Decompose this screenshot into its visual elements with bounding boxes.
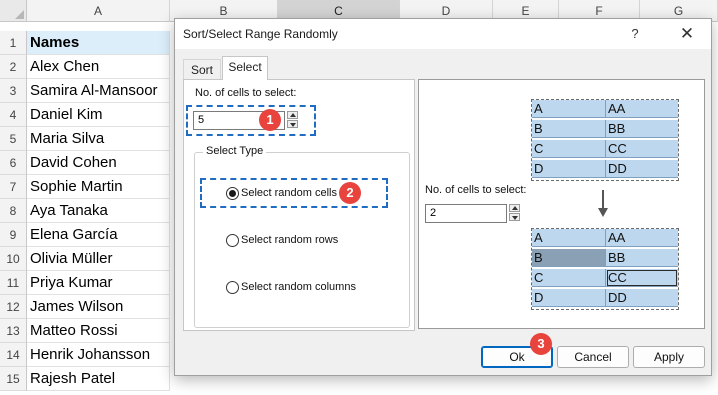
preview-cell-selected: B	[532, 249, 606, 267]
cell[interactable]: David Cohen	[27, 151, 170, 175]
preview-cell: DD	[606, 289, 678, 307]
cells-to-select-label: No. of cells to select:	[195, 87, 297, 99]
arrow-down-icon	[598, 190, 608, 217]
cell[interactable]: Sophie Martin	[27, 175, 170, 199]
preview-cell-selected: CC	[606, 269, 678, 287]
help-icon[interactable]: ?	[623, 24, 647, 44]
preview-cell: CC	[606, 140, 678, 158]
cell[interactable]: Priya Kumar	[27, 271, 170, 295]
radio-random-columns[interactable]	[226, 281, 239, 294]
preview-before-table: A AA B BB C CC D DD	[531, 99, 679, 181]
cell[interactable]: Henrik Johansson	[27, 343, 170, 367]
preview-after-table: A AA B BB C CC D DD	[531, 228, 679, 310]
close-icon[interactable]: ✕	[673, 24, 701, 44]
preview-cells-label: No. of cells to select:	[425, 184, 527, 196]
spin-up-icon[interactable]	[287, 111, 298, 119]
cell[interactable]: Aya Tanaka	[27, 199, 170, 223]
cell[interactable]: Olivia Müller	[27, 247, 170, 271]
dialog-title: Sort/Select Range Randomly	[183, 27, 338, 41]
cell[interactable]: Daniel Kim	[27, 103, 170, 127]
apply-button[interactable]: Apply	[633, 346, 705, 368]
row-header[interactable]: 6	[0, 151, 27, 175]
preview-cells-input: 2	[425, 204, 507, 223]
callout-badge-3: 3	[530, 333, 552, 355]
option-random-rows-label[interactable]: Select random rows	[241, 234, 338, 246]
preview-cell: AA	[606, 100, 678, 118]
row-header[interactable]: 10	[0, 247, 27, 271]
radio-random-rows[interactable]	[226, 234, 239, 247]
cell[interactable]: Matteo Rossi	[27, 319, 170, 343]
preview-cell: AA	[606, 229, 678, 247]
row-header[interactable]: 13	[0, 319, 27, 343]
cell[interactable]: Elena García	[27, 223, 170, 247]
preview-cells-value: 2	[430, 207, 437, 219]
preview-cell: BB	[606, 249, 678, 267]
column-header-a[interactable]: A	[27, 0, 170, 22]
row-header[interactable]: 9	[0, 223, 27, 247]
cell[interactable]: Maria Silva	[27, 127, 170, 151]
preview-cell: D	[532, 160, 606, 178]
sort-select-dialog: Sort/Select Range Randomly ? ✕ Sort Sele…	[174, 18, 712, 376]
row-header[interactable]: 15	[0, 367, 27, 391]
callout-badge-2: 2	[339, 182, 361, 204]
preview-cell: D	[532, 289, 606, 307]
row-header[interactable]: 14	[0, 343, 27, 367]
preview-panel: A AA B BB C CC D DD No. of cells to sele…	[418, 79, 705, 329]
row-header[interactable]: 11	[0, 271, 27, 295]
cell-names-header[interactable]: Names	[27, 31, 170, 55]
option-random-cells-label[interactable]: Select random cells	[241, 187, 337, 199]
cell[interactable]: James Wilson	[27, 295, 170, 319]
cell[interactable]: Rajesh Patel	[27, 367, 170, 391]
row-header[interactable]: 7	[0, 175, 27, 199]
dialog-titlebar[interactable]: Sort/Select Range Randomly ? ✕	[175, 19, 711, 49]
radio-random-cells[interactable]	[226, 187, 239, 200]
cells-to-select-value: 5	[198, 114, 205, 126]
preview-cell: BB	[606, 120, 678, 138]
preview-spin-down-icon	[509, 213, 520, 221]
preview-cell: C	[532, 269, 606, 287]
row-header[interactable]: 1	[0, 31, 27, 55]
spin-down-icon[interactable]	[287, 120, 298, 128]
preview-cell: A	[532, 229, 606, 247]
row-header[interactable]: 4	[0, 103, 27, 127]
cell[interactable]: Samira Al-Mansoor	[27, 79, 170, 103]
tab-select[interactable]: Select	[222, 56, 268, 80]
option-random-columns-label[interactable]: Select random columns	[241, 281, 356, 293]
cancel-button[interactable]: Cancel	[557, 346, 629, 368]
tab-sort[interactable]: Sort	[183, 59, 221, 80]
cell[interactable]: Alex Chen	[27, 55, 170, 79]
callout-badge-1: 1	[259, 109, 281, 131]
preview-spin-up-icon	[509, 204, 520, 212]
row-header[interactable]: 3	[0, 79, 27, 103]
row-header[interactable]: 12	[0, 295, 27, 319]
preview-cell: DD	[606, 160, 678, 178]
row-header[interactable]: 5	[0, 127, 27, 151]
select-all-corner[interactable]	[0, 0, 27, 22]
preview-cell: C	[532, 140, 606, 158]
select-type-label: Select Type	[203, 145, 267, 157]
preview-cell: A	[532, 100, 606, 118]
preview-cell: B	[532, 120, 606, 138]
row-header[interactable]: 8	[0, 199, 27, 223]
row-header[interactable]: 2	[0, 55, 27, 79]
